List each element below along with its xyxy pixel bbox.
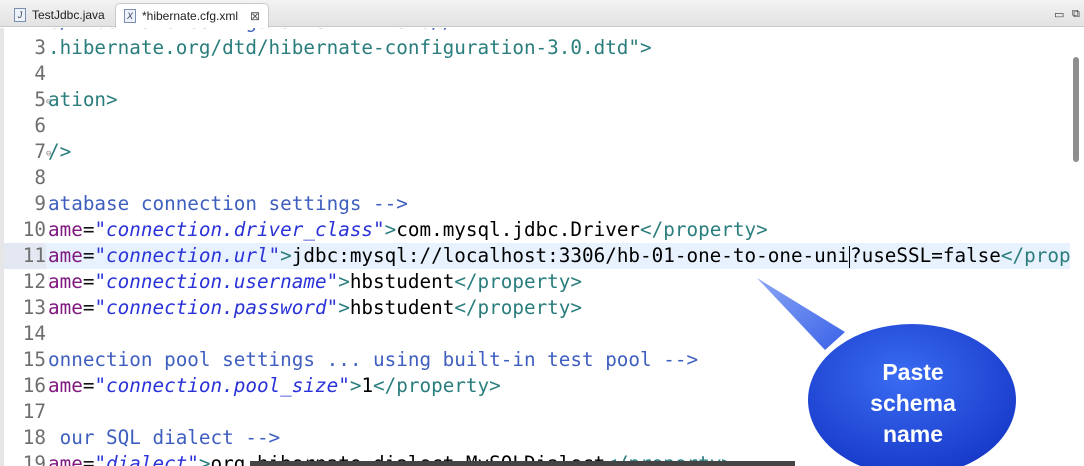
video-overlay-bar (250, 461, 795, 466)
callout-tail (757, 278, 845, 350)
callout-text: Paste schema name (870, 359, 956, 447)
